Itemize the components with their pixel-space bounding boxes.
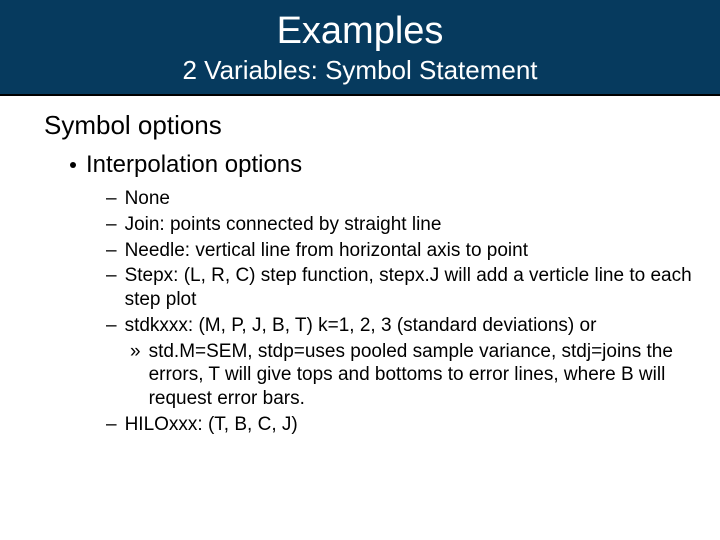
list-item-text: Stepx: (L, R, C) step function, stepx.J … bbox=[125, 264, 706, 312]
list-item: – Needle: vertical line from horizontal … bbox=[106, 239, 706, 263]
slide-subtitle: 2 Variables: Symbol Statement bbox=[0, 55, 720, 86]
list-item-text: None bbox=[125, 187, 170, 211]
dash-icon: – bbox=[106, 314, 117, 338]
header: Examples 2 Variables: Symbol Statement bbox=[0, 0, 720, 96]
dash-icon: – bbox=[106, 187, 117, 211]
section-heading: Symbol options bbox=[44, 110, 720, 141]
dash-icon: – bbox=[106, 264, 117, 288]
slide: Examples 2 Variables: Symbol Statement S… bbox=[0, 0, 720, 540]
slide-title: Examples bbox=[0, 10, 720, 53]
sub-list: – None – Join: points connected by strai… bbox=[106, 187, 706, 437]
list-item-text: Needle: vertical line from horizontal ax… bbox=[125, 239, 528, 263]
dash-icon: – bbox=[106, 413, 117, 437]
list-item: – Join: points connected by straight lin… bbox=[106, 213, 706, 237]
list-item: – HILOxxx: (T, B, C, J) bbox=[106, 413, 706, 437]
list-item: – Stepx: (L, R, C) step function, stepx.… bbox=[106, 264, 706, 312]
dash-icon: – bbox=[106, 239, 117, 263]
list-item-text: HILOxxx: (T, B, C, J) bbox=[125, 413, 298, 437]
list-subitem-text: std.M=SEM, stdp=uses pooled sample varia… bbox=[149, 340, 706, 411]
raquo-icon: » bbox=[130, 340, 141, 364]
list-item: – None bbox=[106, 187, 706, 211]
list-subitem: » std.M=SEM, stdp=uses pooled sample var… bbox=[130, 340, 706, 411]
dash-icon: – bbox=[106, 213, 117, 237]
bullet-dot-icon bbox=[70, 162, 76, 168]
list-item: – stdkxxx: (M, P, J, B, T) k=1, 2, 3 (st… bbox=[106, 314, 706, 338]
bullet-level1: Interpolation options bbox=[70, 151, 720, 179]
list-item-text: stdkxxx: (M, P, J, B, T) k=1, 2, 3 (stan… bbox=[125, 314, 597, 338]
list-item-text: Join: points connected by straight line bbox=[125, 213, 442, 237]
bullet-level1-text: Interpolation options bbox=[86, 151, 302, 179]
body: Symbol options Interpolation options – N… bbox=[0, 96, 720, 437]
